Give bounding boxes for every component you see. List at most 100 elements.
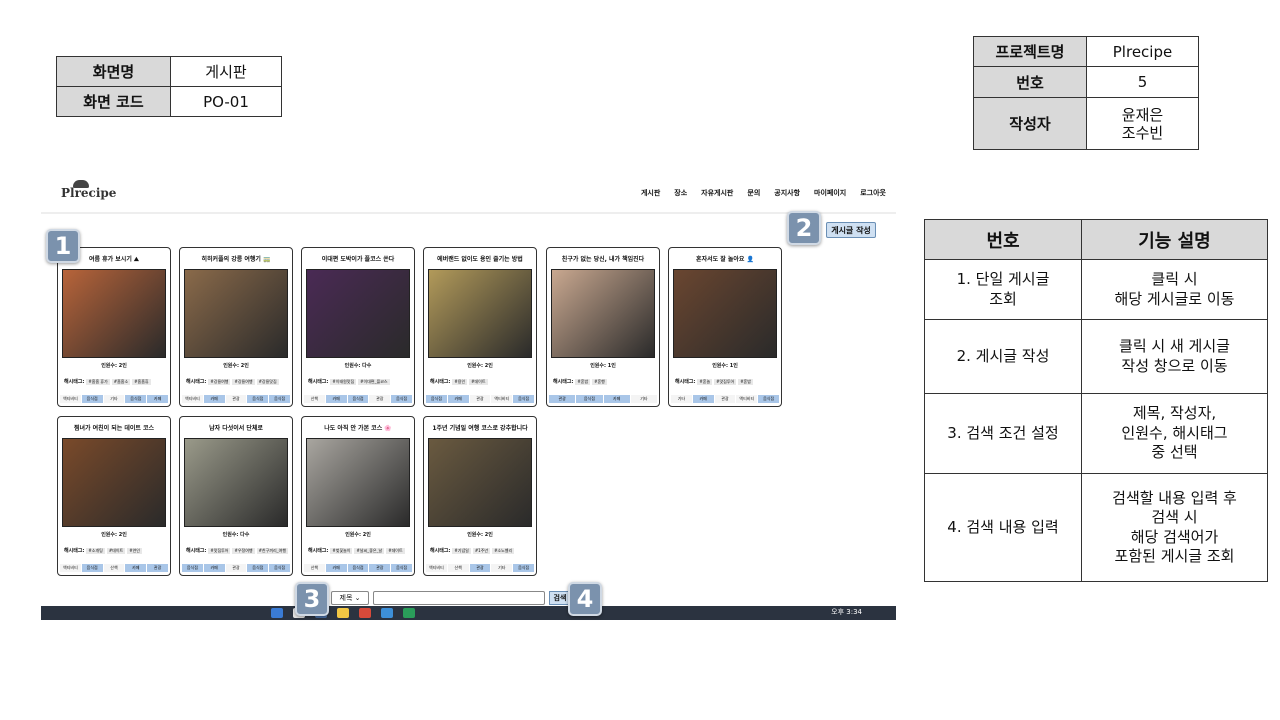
hashtag: #이태원맛집: [330, 379, 357, 385]
taskbar-icons: [271, 608, 415, 618]
category-chip: 산책: [103, 564, 125, 572]
folder-icon[interactable]: [337, 608, 349, 618]
author-label: 작성자: [973, 97, 1087, 150]
post-photo: [428, 438, 532, 527]
category-chip: 음식점: [426, 395, 447, 403]
post-card[interactable]: 나도 아직 안 가본 코스 🌸 인원수: 2인 해시태그: #벚꽃놀이 #날씨_좋은_날…: [301, 416, 415, 576]
logo[interactable]: Plrecipe: [61, 180, 116, 200]
hashtag-label: 해시태그:: [186, 379, 207, 385]
post-card[interactable]: 이대편 도박이가 플코스 쏜다 인원수: 다수 해시태그: #이태원맛집 #이대편_플코…: [301, 247, 415, 407]
category-chip: 카페: [447, 395, 469, 403]
post-card[interactable]: 혼자서도 잘 놀아요 👤 인원수: 1인 해시태그: #혼놀 #맛집투어 #혼밥 기타 카페 관…: [668, 247, 782, 407]
function-row: 3. 검색 조건 설정 제목, 작성자, 인원수, 해시태그 중 선택: [924, 393, 1268, 474]
post-people-count: 인원수: 2인: [101, 532, 127, 538]
category-chip: 음식점: [182, 564, 203, 572]
function-table: 번호 기능 설명 1. 단일 게시글 조회 클릭 시 해당 게시글로 이동 2. 게…: [924, 219, 1268, 582]
browser-icon[interactable]: [359, 608, 371, 618]
post-card[interactable]: 에버랜드 없이도 용인 즐기는 방법 인원수: 2인 해시태그: #용인 #데이트 음식점…: [423, 247, 537, 407]
post-title: 나도 아직 안 가본 코스 🌸: [324, 425, 392, 432]
marker-2: 2: [787, 211, 821, 245]
category-chip: 기타: [103, 395, 125, 403]
col-number-header: 번호: [924, 219, 1082, 260]
vscode-icon[interactable]: [381, 608, 393, 618]
post-title: 친구가 없는 당신, 내가 책임진다: [561, 256, 645, 263]
category-chip: 카페: [603, 395, 630, 403]
category-chip: 음식점: [269, 395, 290, 403]
search-condition-select[interactable]: 제목 ⌄: [331, 591, 369, 605]
post-card[interactable]: 히히커플의 강릉 여행기 🚃 인원수: 2인 해시태그: #강릉여행 #강릉여행 #강릉맛…: [179, 247, 293, 407]
hashtag-label: 해시태그:: [675, 379, 696, 385]
nav-inquiry[interactable]: 문의: [747, 188, 760, 198]
hashtag-label: 해시태그:: [553, 379, 574, 385]
hashtag: #강릉여행: [208, 379, 231, 385]
category-chip: 카페: [692, 395, 714, 403]
category-chip: 음식점: [391, 564, 412, 572]
project-info-table: 프로젝트명 Plrecipe 번호 5 작성자 윤재은 조수빈: [973, 36, 1199, 150]
category-chip: 액티비티: [426, 564, 447, 572]
post-hashtags: 해시태그: #맛집투어 #우정여행 #친구끼리_여행: [186, 547, 290, 554]
post-categories: 액티비티 음식점 산책 카페 관광: [60, 564, 168, 572]
category-chip: 음식점: [347, 564, 369, 572]
hashtag: #친구끼리_여행: [256, 548, 288, 554]
hashtag: #강릉여행: [232, 379, 255, 385]
post-people-count: 인원수: 1인: [712, 363, 738, 369]
post-card[interactable]: 친구가 없는 당신, 내가 책임진다 인원수: 1인 해시태그: #혼밥 #혼행 관광 음식…: [546, 247, 660, 407]
hashtag: #강릉맛집: [256, 379, 279, 385]
post-people-count: 인원수: 다수: [344, 363, 372, 369]
post-hashtags: 해시태그: #흠흠 휴가 #흠흠소 #흠흠휴: [64, 378, 168, 385]
hashtag-label: 해시태그:: [308, 548, 329, 554]
hashtag: #혼놀: [697, 379, 713, 385]
hashtag-label: 해시태그:: [64, 379, 85, 385]
nav-logout[interactable]: 로그아웃: [860, 188, 886, 198]
post-people-count: 인원수: 2인: [345, 532, 371, 538]
post-people-count: 인원수: 2인: [467, 532, 493, 538]
category-chip: 기타: [671, 395, 692, 403]
category-chip: 음식점: [269, 564, 290, 572]
nav-links: 게시판 장소 자유게시판 문의 공지사항 마이페이지 로그아웃: [641, 188, 886, 198]
category-chip: 산책: [304, 395, 325, 403]
post-photo: [184, 269, 288, 358]
post-photo: [306, 269, 410, 358]
category-chip: 음식점: [391, 395, 412, 403]
nav-mypage[interactable]: 마이페이지: [814, 188, 846, 198]
post-categories: 기타 카페 관광 액티비티 음식점: [671, 395, 779, 403]
windows-icon[interactable]: [271, 608, 283, 618]
nav-board[interactable]: 게시판: [641, 188, 660, 198]
hashtag: #연인: [127, 548, 142, 554]
nav-notice[interactable]: 공지사항: [774, 188, 800, 198]
project-value: Plrecipe: [1086, 36, 1199, 67]
screen-code-label: 화면 코드: [56, 86, 171, 117]
hashtag: #맛집투어: [208, 548, 231, 554]
post-card[interactable]: 찜녀가 여친이 되는 데이트 코스 인원수: 2인 해시태그: #소개팅 #데이트 #연인…: [57, 416, 171, 576]
category-chip: 액티비티: [736, 395, 758, 403]
category-chip: 음식점: [247, 564, 269, 572]
post-hashtags: 해시태그: #기념일 #1주년 #소노벨리: [430, 547, 534, 554]
write-post-button[interactable]: 게시글 작성: [826, 222, 876, 238]
post-card[interactable]: 1주년 기념일 여행 코스로 강추합니다 인원수: 2인 해시태그: #기념일 #1주년…: [423, 416, 537, 576]
screen-code-value: PO-01: [170, 86, 282, 117]
nav-place[interactable]: 장소: [674, 188, 687, 198]
hashtag: #벚꽃놀이: [330, 548, 353, 554]
nav-free-board[interactable]: 자유게시판: [701, 188, 733, 198]
app-icon[interactable]: [403, 608, 415, 618]
hashtag: #데이트: [106, 548, 126, 554]
category-chip: 관광: [369, 395, 391, 403]
hashtag: #혼밥: [738, 379, 753, 385]
hashtag: #기념일: [452, 548, 471, 554]
hashtag: #데이트: [386, 548, 405, 554]
category-chip: 음식점: [513, 564, 534, 572]
post-title: 혼자서도 잘 놀아요 👤: [696, 256, 754, 263]
post-card[interactable]: 여름 휴가 보시기 ⛰ 인원수: 2인 해시태그: #흠흠 휴가 #흠흠소 #흠흠휴 액티비…: [57, 247, 171, 407]
category-chip: 음식점: [758, 395, 779, 403]
post-categories: 액티비티 음식점 기타 음식점 카페: [60, 395, 168, 403]
post-people-count: 인원수: 2인: [223, 363, 249, 369]
board-screenshot: Plrecipe 게시판 장소 자유게시판 문의 공지사항 마이페이지 로그아웃…: [41, 178, 896, 620]
post-card[interactable]: 남자 다섯이서 단체로 인원수: 다수 해시태그: #맛집투어 #우정여행 #친구끼리_여…: [179, 416, 293, 576]
post-title: 에버랜드 없이도 용인 즐기는 방법: [437, 256, 523, 263]
category-chip: 카페: [325, 395, 347, 403]
marker-4: 4: [568, 582, 602, 616]
hashtag: #흠흠소: [111, 379, 131, 385]
post-hashtags: 해시태그: #소개팅 #데이트 #연인: [64, 547, 168, 554]
search-input[interactable]: [373, 591, 545, 605]
post-photo: [673, 269, 777, 358]
